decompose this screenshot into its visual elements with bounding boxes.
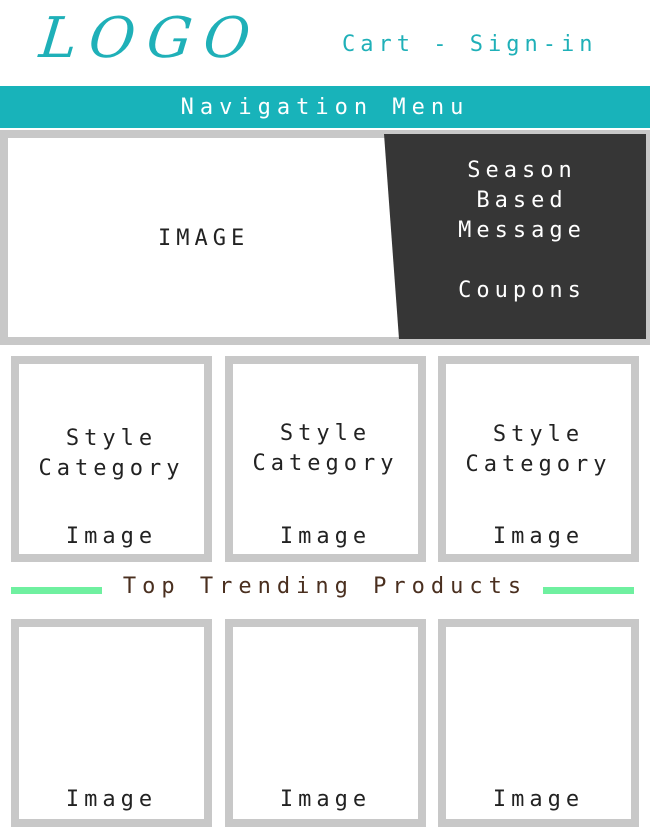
category-card[interactable]: Style Category Image	[11, 356, 212, 562]
coupons-label[interactable]: Coupons	[384, 276, 650, 306]
product-card[interactable]: Image	[225, 619, 426, 827]
product-card[interactable]: Image	[438, 619, 639, 827]
season-message-panel[interactable]: Season Based Message Coupons	[384, 134, 646, 339]
logo[interactable]: LOGO	[37, 6, 266, 71]
season-message: Season Based Message	[458, 158, 586, 243]
signin-link[interactable]: Sign-in	[470, 32, 598, 57]
trending-title: Top Trending Products	[122, 574, 528, 599]
category-image-label: Image	[279, 524, 372, 549]
product-image-label: Image	[279, 787, 372, 812]
category-title: Style Category	[38, 426, 185, 481]
category-image-label: Image	[65, 524, 158, 549]
trending-header: Top Trending Products	[0, 572, 650, 608]
category-card[interactable]: Style Category Image	[225, 356, 426, 562]
product-image-label: Image	[492, 787, 585, 812]
product-image-label: Image	[65, 787, 158, 812]
header-links: Cart - Sign-in	[342, 32, 597, 57]
hero-image-label: IMAGE	[158, 226, 250, 251]
category-title: Style Category	[465, 422, 612, 477]
hero-banner: IMAGE Season Based Message Coupons	[0, 130, 650, 345]
cart-link[interactable]: Cart	[342, 32, 415, 57]
category-image-label: Image	[492, 524, 585, 549]
link-separator: -	[414, 32, 470, 57]
product-card[interactable]: Image	[11, 619, 212, 827]
navigation-menu[interactable]: Navigation Menu	[0, 86, 650, 128]
category-card[interactable]: Style Category Image	[438, 356, 639, 562]
category-title: Style Category	[252, 421, 399, 476]
